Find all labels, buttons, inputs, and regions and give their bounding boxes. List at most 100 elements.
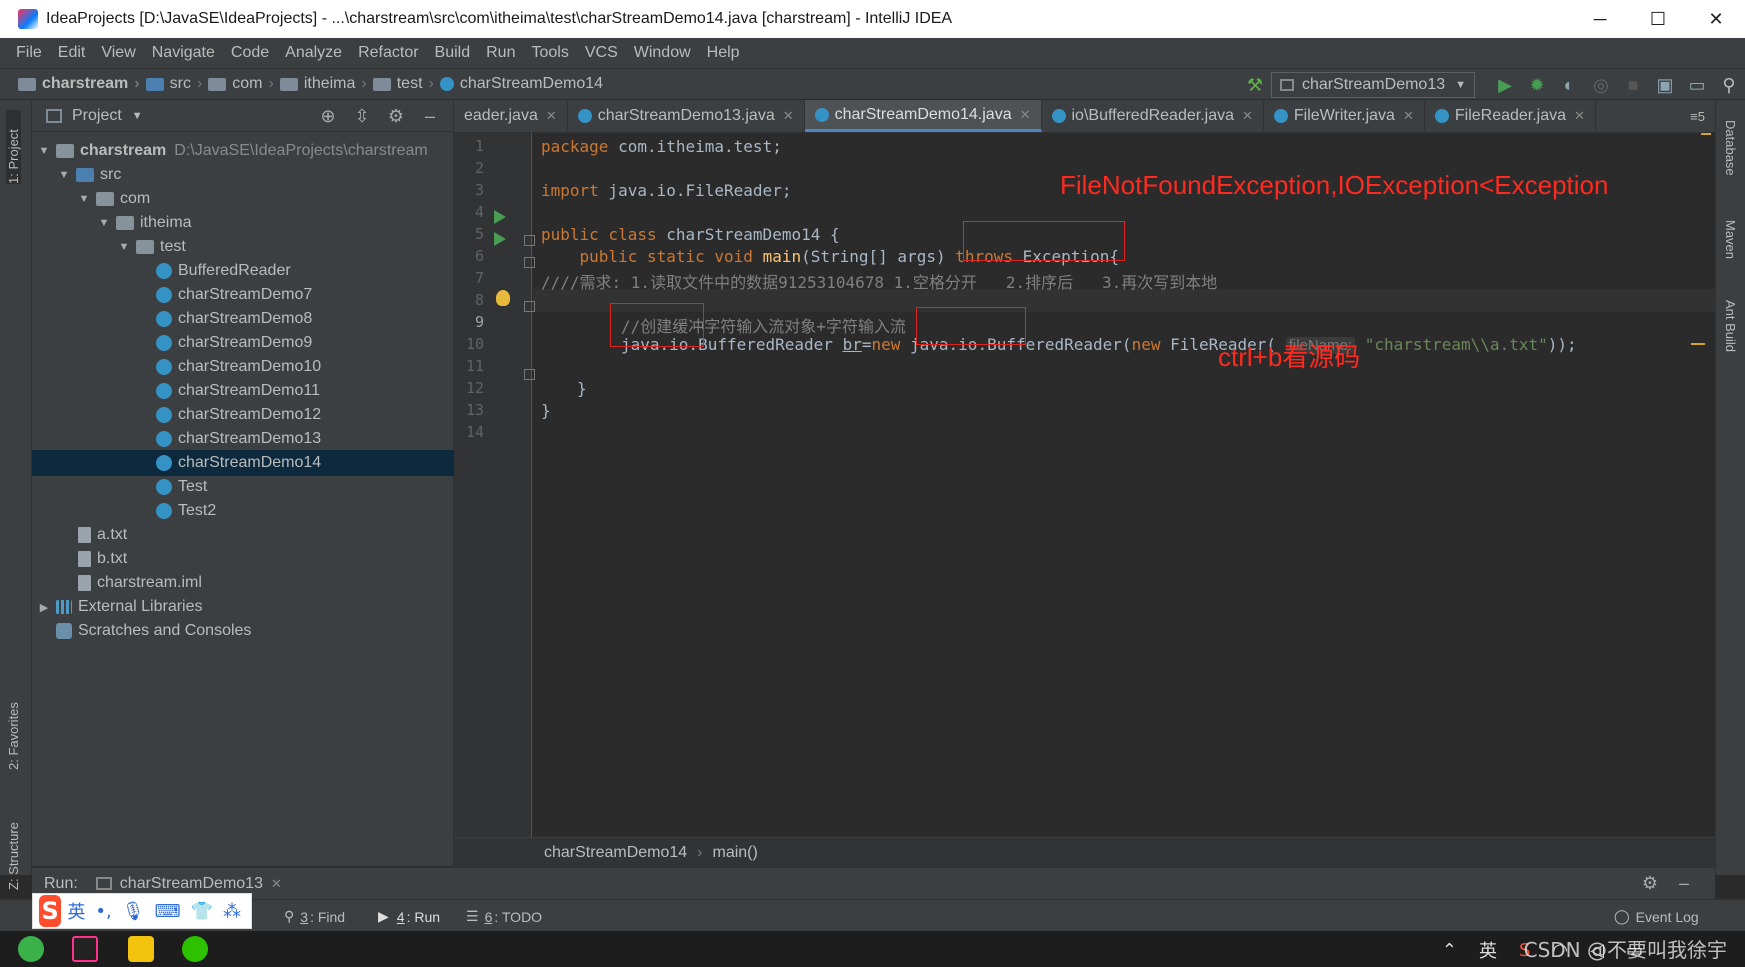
tree-node-class[interactable]: charStreamDemo9 (32, 330, 454, 356)
help-app-icon[interactable] (128, 936, 154, 962)
ime-punctuation-toggle[interactable]: •, (95, 901, 111, 922)
tab-filereader-partial[interactable]: eader.java ✕ (454, 100, 568, 132)
tree-node-itheima[interactable]: ▼ itheima (32, 210, 454, 236)
menu-help[interactable]: Help (699, 44, 748, 62)
project-tool-tab[interactable]: 1: Project (6, 110, 21, 184)
find-tool-button[interactable]: ⚲ 3: Find (284, 908, 345, 925)
tree-node-test[interactable]: ▼ test (32, 234, 454, 260)
todo-tool-button[interactable]: ☰ 6: TODO (466, 908, 542, 925)
ime-language-toggle[interactable]: 英 (67, 898, 85, 924)
run-main-gutter-icon[interactable] (494, 232, 506, 246)
tab-charstreamdemo13[interactable]: charStreamDemo13.java ✕ (568, 100, 805, 132)
project-panel-title[interactable]: Project (72, 107, 122, 125)
structure-tool-tab[interactable]: Z: Structure (6, 790, 21, 890)
tree-node-file[interactable]: b.txt (32, 546, 454, 572)
breadcrumb-class[interactable]: charStreamDemo14 (544, 844, 687, 862)
tree-node-class[interactable]: charStreamDemo11 (32, 378, 454, 404)
tabs-overflow-button[interactable]: ≡ 5 (1680, 100, 1715, 132)
tab-filereader[interactable]: FileReader.java ✕ (1425, 100, 1596, 132)
hide-icon[interactable]: – (413, 106, 447, 127)
skin-icon[interactable]: 👕 (191, 901, 213, 922)
tree-node-class[interactable]: charStreamDemo8 (32, 306, 454, 332)
run-configuration-select[interactable]: charStreamDemo13 ▼ (1270, 72, 1475, 98)
menu-build[interactable]: Build (427, 44, 479, 62)
profile-icon[interactable]: ◎ (1585, 69, 1617, 101)
tab-bufferedreader[interactable]: io\BufferedReader.java ✕ (1042, 100, 1264, 132)
menu-tools[interactable]: Tools (523, 44, 576, 62)
expand-arrow-icon[interactable]: ▼ (56, 169, 72, 181)
menu-code[interactable]: Code (223, 44, 277, 62)
favorites-tool-tab[interactable]: 2: Favorites (6, 670, 21, 770)
coverage-icon[interactable]: ◐ (1553, 69, 1585, 101)
build-hammer-icon[interactable]: ⚒ (1239, 69, 1271, 101)
expand-arrow-icon[interactable]: ▼ (36, 145, 52, 157)
nav-crumb-itheima[interactable]: itheima › (279, 75, 367, 93)
tree-node-class-selected[interactable]: charStreamDemo14 (32, 450, 454, 476)
close-tab-icon[interactable]: ✕ (1242, 108, 1253, 124)
breadcrumb-method[interactable]: main() (713, 844, 758, 862)
nav-crumb-test[interactable]: test › (372, 75, 434, 93)
menu-file[interactable]: File (8, 44, 50, 62)
search-icon[interactable]: ⚲ (1713, 69, 1745, 101)
collapse-all-icon[interactable]: ⇳ (345, 106, 379, 127)
layout-icon[interactable]: ▭ (1681, 69, 1713, 101)
menu-analyze[interactable]: Analyze (277, 44, 350, 62)
ant-build-tool-tab[interactable]: Ant Build (1723, 300, 1738, 352)
fold-marker-icon[interactable] (524, 235, 535, 246)
fold-marker-icon[interactable] (524, 369, 535, 380)
close-tab-icon[interactable]: ✕ (1020, 107, 1031, 123)
expand-arrow-icon[interactable]: ▼ (116, 241, 132, 253)
stop-icon[interactable]: ■ (1617, 69, 1649, 101)
close-tab-icon[interactable]: ✕ (546, 108, 557, 124)
tree-node-file[interactable]: a.txt (32, 522, 454, 548)
menu-run[interactable]: Run (478, 44, 523, 62)
tree-node-class[interactable]: BufferedReader (32, 258, 454, 284)
tree-node-external-libraries[interactable]: ▶ External Libraries (32, 594, 454, 620)
wechat-icon[interactable] (182, 936, 208, 962)
run-icon[interactable]: ▶ (1489, 69, 1521, 101)
tree-node-class[interactable]: charStreamDemo10 (32, 354, 454, 380)
tree-node-file[interactable]: charstream.iml (32, 570, 454, 596)
tree-node-root[interactable]: ▼ charstream D:\JavaSE\IdeaProjects\char… (32, 138, 454, 164)
menu-view[interactable]: View (93, 44, 143, 62)
run-class-gutter-icon[interactable] (494, 210, 506, 224)
tree-node-class[interactable]: charStreamDemo13 (32, 426, 454, 452)
tree-node-src[interactable]: ▼ src (32, 162, 454, 188)
menu-vcs[interactable]: VCS (577, 44, 626, 62)
code-editor[interactable]: 1 2 3 4 5 6 7 8 9 10 11 12 13 14 package… (454, 133, 1715, 837)
close-tab-icon[interactable]: ✕ (1574, 108, 1585, 124)
close-tab-icon[interactable]: ✕ (783, 108, 794, 124)
run-tool-button[interactable]: ▶ 4: Run (378, 908, 440, 925)
gear-icon[interactable]: ⚙ (1633, 873, 1667, 894)
warning-marker[interactable] (1691, 343, 1705, 345)
event-log-button[interactable]: ◯ Event Log (1614, 908, 1699, 925)
nav-crumb-com[interactable]: com › (208, 75, 274, 93)
maximize-button[interactable]: ☐ (1629, 0, 1687, 38)
expand-arrow-icon[interactable]: ▼ (96, 217, 112, 229)
tree-node-class[interactable]: Test (32, 474, 454, 500)
tree-node-class[interactable]: charStreamDemo12 (32, 402, 454, 428)
chevron-up-icon[interactable]: ⌃ (1442, 940, 1457, 961)
tree-node-class[interactable]: Test2 (32, 498, 454, 524)
intellij-taskbar-icon[interactable] (72, 936, 98, 962)
sogou-logo-icon[interactable]: S (39, 895, 62, 927)
browser-icon[interactable] (18, 936, 44, 962)
chevron-down-icon[interactable]: ▼ (132, 110, 143, 122)
tab-filewriter[interactable]: FileWriter.java ✕ (1264, 100, 1425, 132)
expand-arrow-icon[interactable]: ▼ (76, 193, 92, 205)
close-tab-icon[interactable]: ✕ (271, 876, 282, 892)
minimize-button[interactable]: ─ (1571, 0, 1629, 38)
tree-node-scratches[interactable]: Scratches and Consoles (32, 618, 454, 644)
menu-edit[interactable]: Edit (50, 44, 94, 62)
close-button[interactable]: ✕ (1687, 0, 1745, 38)
toolbox-icon[interactable]: ⁂ (223, 901, 241, 922)
nav-crumb-project[interactable]: charstream › (18, 75, 140, 93)
project-structure-icon[interactable]: ▣ (1649, 69, 1681, 101)
run-tab[interactable]: charStreamDemo13 ✕ (95, 875, 282, 893)
tree-node-class[interactable]: charStreamDemo7 (32, 282, 454, 308)
keyboard-icon[interactable]: ⌨ (155, 901, 181, 922)
expand-arrow-icon[interactable]: ▶ (36, 601, 52, 614)
tree-node-com[interactable]: ▼ com (32, 186, 454, 212)
menu-refactor[interactable]: Refactor (350, 44, 426, 62)
close-tab-icon[interactable]: ✕ (1403, 108, 1414, 124)
